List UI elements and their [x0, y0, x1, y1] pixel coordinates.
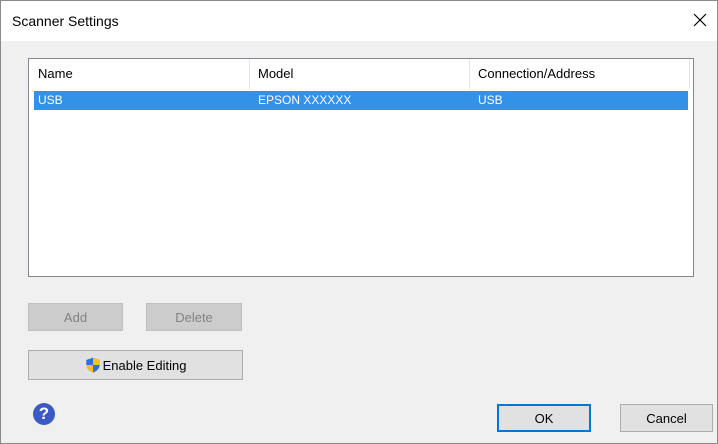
scanner-list[interactable]: Name Model Connection/Address USB EPSON …	[28, 58, 694, 277]
column-header-model[interactable]: Model	[251, 59, 469, 89]
column-divider[interactable]	[689, 59, 690, 89]
title-bar: Scanner Settings	[1, 1, 717, 41]
list-header: Name Model Connection/Address	[29, 59, 693, 89]
window-title: Scanner Settings	[12, 13, 119, 29]
scanner-settings-dialog: Scanner Settings Name Model Connection/A…	[0, 0, 718, 444]
enable-editing-label: Enable Editing	[102, 357, 187, 373]
ok-button[interactable]: OK	[497, 404, 591, 432]
uac-shield-icon	[85, 357, 100, 373]
column-header-connection[interactable]: Connection/Address	[471, 59, 689, 89]
column-header-name[interactable]: Name	[31, 59, 249, 89]
help-icon[interactable]: ?	[33, 403, 55, 425]
cancel-button[interactable]: Cancel	[620, 404, 713, 432]
cell-model: EPSON XXXXXX	[258, 93, 352, 107]
enable-editing-button[interactable]: Enable Editing	[28, 350, 243, 380]
list-row-selected[interactable]: USB EPSON XXXXXX USB	[34, 91, 688, 110]
cell-name: USB	[38, 93, 63, 107]
delete-button[interactable]: Delete	[146, 303, 242, 331]
cell-connection: USB	[478, 93, 503, 107]
close-icon	[693, 13, 707, 27]
column-divider[interactable]	[469, 59, 470, 89]
add-button[interactable]: Add	[28, 303, 123, 331]
column-divider[interactable]	[249, 59, 250, 89]
close-button[interactable]	[683, 5, 717, 35]
